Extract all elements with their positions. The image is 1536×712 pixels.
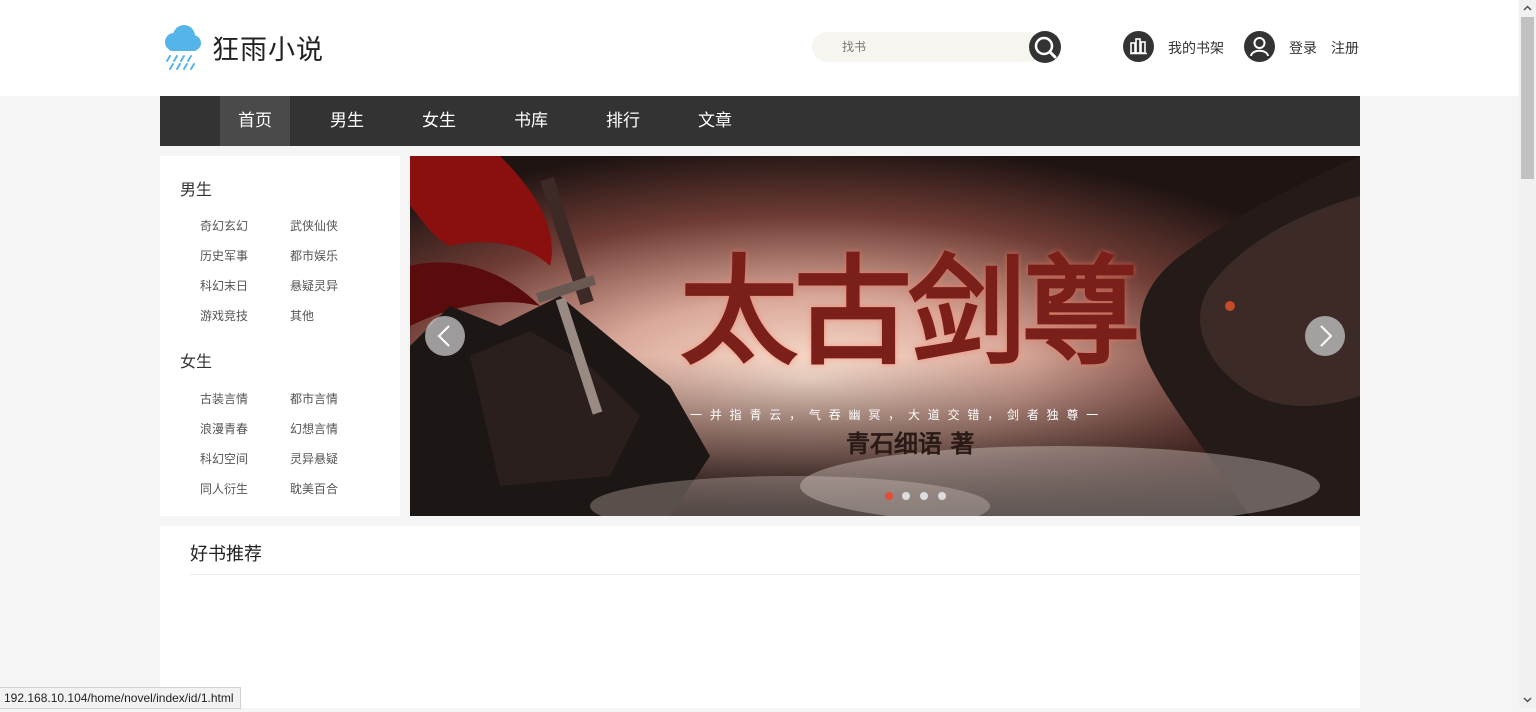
status-bar-url: 192.168.10.104/home/novel/index/id/1.htm… (0, 687, 241, 709)
recommend-title: 好书推荐 (190, 544, 262, 565)
carousel-dot-3[interactable] (920, 492, 928, 500)
nav-item-home[interactable]: 首页 (220, 96, 290, 146)
banner-next-button[interactable] (1305, 316, 1345, 356)
category-link[interactable]: 都市娱乐 (290, 247, 338, 264)
search-box (812, 32, 1060, 62)
category-link[interactable]: 幻想言情 (290, 420, 338, 437)
chevron-up-icon (1523, 5, 1532, 11)
category-link[interactable]: 历史军事 (200, 247, 248, 264)
category-link[interactable]: 同人衍生 (200, 480, 248, 497)
search-input[interactable] (812, 32, 1042, 62)
category-link[interactable]: 古装言情 (200, 390, 248, 407)
recommend-section: 好书推荐 (160, 526, 1360, 708)
login-link[interactable]: 登录 (1289, 38, 1317, 58)
bookshelf-icon (1130, 38, 1147, 55)
user-avatar-button[interactable] (1244, 31, 1275, 62)
scroll-thumb[interactable] (1521, 17, 1534, 179)
logo-text: 狂雨小说 (212, 34, 324, 66)
rain-cloud-icon (165, 25, 201, 70)
category-heading-male: 男生 (180, 180, 213, 199)
banner-carousel[interactable]: 太古剑尊 一 并 指 青 云 ， 气 吞 幽 冥 ， 大 道 交 错 ， 剑 者… (410, 156, 1360, 516)
main-nav: 首页 男生 女生 书库 排行 文章 (160, 96, 1360, 146)
nav-item-female[interactable]: 女生 (404, 96, 474, 146)
chevron-right-icon (1320, 325, 1333, 347)
carousel-dot-1[interactable] (885, 492, 893, 500)
category-panel: 男生 奇幻玄幻 武侠仙侠 历史军事 都市娱乐 科幻末日 悬疑灵异 游戏竞技 其他… (160, 156, 400, 516)
register-link[interactable]: 注册 (1331, 38, 1359, 58)
user-icon (1250, 37, 1269, 57)
search-button[interactable] (1029, 31, 1061, 63)
category-link[interactable]: 其他 (290, 307, 314, 324)
site-logo[interactable]: 狂雨小说 (160, 22, 324, 72)
banner-author: 青石细语 著 (846, 429, 975, 458)
category-heading-female: 女生 (180, 352, 213, 371)
divider (190, 574, 1360, 575)
carousel-dot-4[interactable] (938, 492, 946, 500)
search-icon (1034, 36, 1057, 59)
chevron-down-icon (1523, 697, 1532, 703)
category-link[interactable]: 武侠仙侠 (290, 217, 338, 234)
nav-item-library[interactable]: 书库 (496, 96, 566, 146)
category-link[interactable]: 都市言情 (290, 390, 338, 407)
category-link[interactable]: 游戏竞技 (200, 307, 248, 324)
carousel-dot-2[interactable] (902, 492, 910, 500)
category-link[interactable]: 悬疑灵异 (290, 277, 338, 294)
category-link[interactable]: 奇幻玄幻 (200, 217, 248, 234)
chevron-left-icon (437, 325, 450, 347)
scroll-up-button[interactable] (1519, 0, 1536, 17)
banner-tagline: 一 并 指 青 云 ， 气 吞 幽 冥 ， 大 道 交 错 ， 剑 者 独 尊 … (690, 408, 1101, 422)
bookshelf-link[interactable]: 我的书架 (1168, 38, 1224, 58)
nav-item-male[interactable]: 男生 (312, 96, 382, 146)
banner-title: 太古剑尊 (680, 242, 1140, 381)
scroll-down-button[interactable] (1519, 691, 1536, 708)
category-link[interactable]: 浪漫青春 (200, 420, 248, 437)
category-link[interactable]: 科幻末日 (200, 277, 248, 294)
banner-prev-button[interactable] (425, 316, 465, 356)
vertical-scrollbar[interactable] (1519, 0, 1536, 708)
nav-item-ranking[interactable]: 排行 (588, 96, 658, 146)
nav-item-articles[interactable]: 文章 (680, 96, 750, 146)
category-link[interactable]: 耽美百合 (290, 480, 338, 497)
bookshelf-button[interactable] (1123, 31, 1154, 62)
category-link[interactable]: 科幻空间 (200, 450, 248, 467)
category-link[interactable]: 灵异悬疑 (290, 450, 338, 467)
